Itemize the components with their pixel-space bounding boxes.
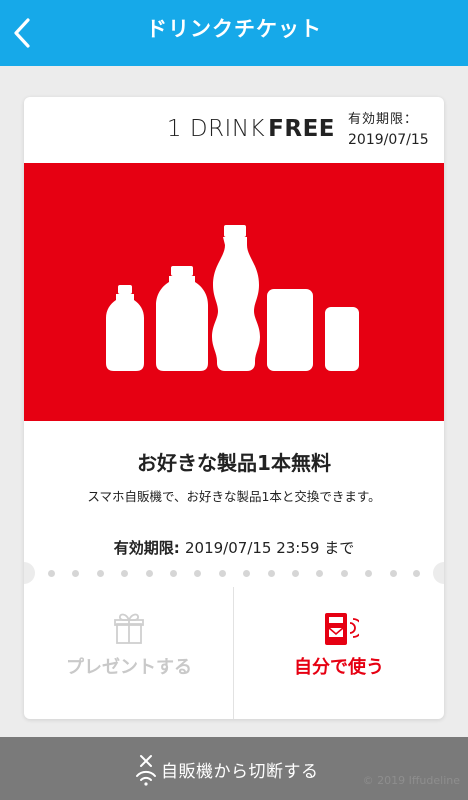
- drink-bottles-illustration: [106, 225, 359, 371]
- expiry-label: 有効期限:: [113, 539, 180, 557]
- ticket-notch-left: [24, 562, 35, 584]
- page-title: ドリンクチケット: [146, 17, 322, 41]
- perforation-dot: [389, 570, 397, 577]
- use-myself-label: 自分で使う: [294, 657, 384, 678]
- ticket-notch-right: [433, 562, 444, 584]
- perforation-dot: [48, 570, 55, 577]
- perforation-dot: [145, 570, 153, 577]
- validity-date: 2019/07/15: [348, 132, 429, 148]
- copyright-text: © 2019 Iffudeline: [362, 774, 460, 787]
- ticket-actions: プレゼントする 自分で使う: [24, 587, 444, 719]
- perforation-dot: [170, 570, 177, 577]
- perforation-dot: [365, 570, 373, 577]
- product-title: お好きな製品1本無料: [137, 451, 331, 475]
- perforation-dot: [340, 570, 348, 577]
- perforation-dot: [292, 570, 299, 577]
- product-description: スマホ自販機で、お好きな製品1本と交換できます。: [87, 489, 381, 504]
- ticket-type: 1 DRINK FREE: [167, 116, 335, 142]
- expiry-line: 有効期限: 2019/07/15 23:59 まで: [24, 537, 444, 558]
- disconnect-button[interactable]: 自販機から切断する © 2019 Iffudeline: [0, 737, 468, 800]
- drink-free: FREE: [268, 116, 335, 142]
- perforation-dot: [96, 570, 104, 577]
- disconnect-label: 自販機から切断する: [161, 762, 319, 782]
- perforation-dot: [72, 570, 80, 577]
- perforation-dot: [243, 570, 251, 577]
- app-header: ドリンクチケット: [0, 0, 468, 66]
- perforation-dot: [121, 570, 129, 577]
- perforation-dot: [267, 570, 275, 577]
- perforation-dot: [218, 570, 226, 577]
- drink-prefix: 1 DRINK: [166, 116, 266, 142]
- perforation-dot: [194, 570, 202, 577]
- ticket-title-row: 1 DRINK FREE 有効期限： 2019/07/15: [24, 97, 444, 161]
- expiry-value: 2019/07/15 23:59 まで: [185, 539, 355, 557]
- use-myself-button[interactable]: 自分で使う: [234, 587, 444, 719]
- disconnect-wifi-icon: [135, 752, 157, 786]
- vending-phone-icon: [234, 611, 444, 647]
- gift-icon: [24, 611, 234, 647]
- perforation-dot: [316, 570, 324, 577]
- drink-ticket-card: 1 DRINK FREE 有効期限： 2019/07/15 お好きな製品1本無料…: [24, 97, 444, 719]
- product-hero-image: [24, 163, 444, 421]
- perforation-divider: [48, 570, 420, 578]
- perforation-dot: [413, 570, 420, 577]
- validity-summary: 有効期限： 2019/07/15: [348, 110, 429, 150]
- present-label: プレゼントする: [66, 657, 192, 678]
- present-button[interactable]: プレゼントする: [24, 587, 234, 719]
- validity-label: 有効期限：: [348, 112, 419, 127]
